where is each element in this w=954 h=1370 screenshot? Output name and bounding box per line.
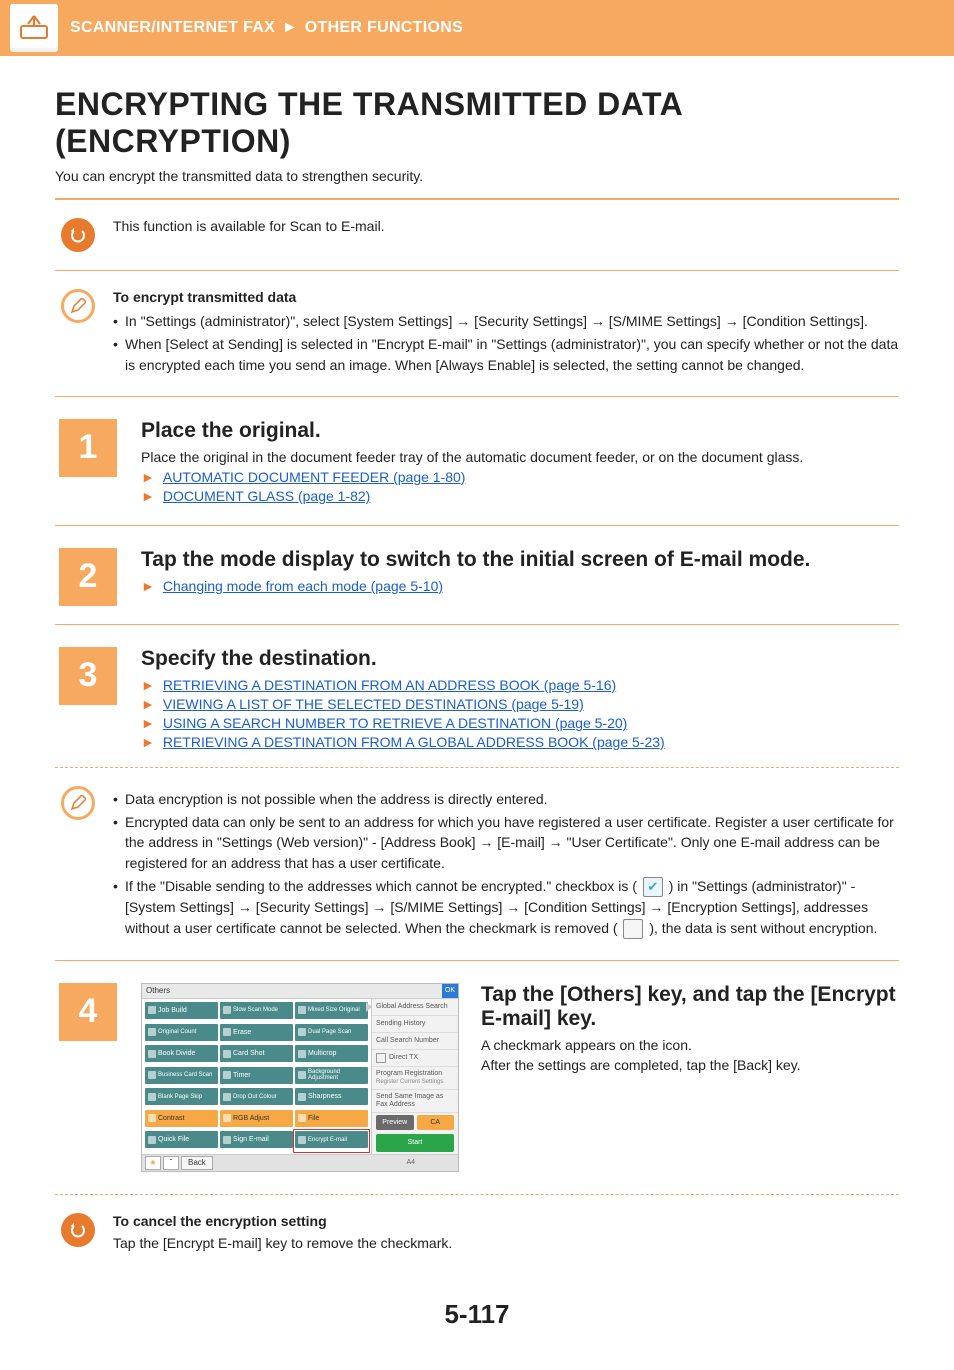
link-dest-searchnum[interactable]: USING A SEARCH NUMBER TO RETRIEVE A DEST… bbox=[163, 715, 627, 731]
link-dest-global[interactable]: RETRIEVING A DESTINATION FROM A GLOBAL A… bbox=[163, 734, 665, 750]
ui-preview-button[interactable]: Preview bbox=[376, 1115, 414, 1130]
ui-btn-card-shot[interactable]: Card Shot bbox=[220, 1045, 293, 1062]
ui-btn-business-card-scan[interactable]: Business Card Scan bbox=[145, 1067, 218, 1084]
s3-note-b3c: ), the data is sent without encryption. bbox=[649, 920, 877, 936]
ui-btn-quick-file[interactable]: Quick File bbox=[145, 1131, 218, 1148]
chevron-right-icon: ► bbox=[141, 696, 155, 712]
link-dest-addrbook[interactable]: RETRIEVING A DESTINATION FROM AN ADDRESS… bbox=[163, 677, 616, 693]
side-send-same[interactable]: Send Same Image as Fax Address bbox=[372, 1090, 458, 1113]
pencil-icon bbox=[61, 786, 95, 820]
availability-note: This function is available for Scan to E… bbox=[113, 218, 899, 234]
s3-note-b3a: If the "Disable sending to the addresses… bbox=[125, 878, 637, 894]
step-1-number: 1 bbox=[59, 419, 117, 477]
step-4-p1: A checkmark appears on the icon. bbox=[481, 1037, 899, 1053]
ui-btn-book-divide[interactable]: Book Divide bbox=[145, 1045, 218, 1062]
side-program-reg[interactable]: Program RegistrationRegister Current Set… bbox=[372, 1067, 458, 1090]
page-title: ENCRYPTING THE TRANSMITTED DATA (ENCRYPT… bbox=[55, 86, 899, 160]
ui-btn-slow-scan-mode[interactable]: Slow Scan Mode bbox=[220, 1002, 293, 1019]
ui-btn-erase[interactable]: Erase bbox=[220, 1024, 293, 1041]
chevron-right-icon: ► bbox=[141, 488, 155, 504]
breadcrumb: SCANNER/INTERNET FAX ► OTHER FUNCTIONS bbox=[70, 19, 463, 37]
header-bar: SCANNER/INTERNET FAX ► OTHER FUNCTIONS bbox=[0, 0, 954, 56]
link-changing-mode[interactable]: Changing mode from each mode (page 5-10) bbox=[163, 578, 443, 594]
return-icon bbox=[61, 1213, 95, 1247]
ui-btn-original-count[interactable]: Original Count bbox=[145, 1024, 218, 1041]
ui-screenshot-panel: Others OK Job BuildSlow Scan ModeMixed S… bbox=[141, 983, 459, 1172]
step-2-number: 2 bbox=[59, 548, 117, 606]
ui-header: Others OK bbox=[142, 984, 458, 999]
step-4-p2: After the settings are completed, tap th… bbox=[481, 1057, 899, 1073]
ui-btn-sharpness[interactable]: Sharpness bbox=[295, 1088, 368, 1105]
ui-paper-size: A4 bbox=[406, 1159, 455, 1166]
ui-ca-button[interactable]: CA bbox=[417, 1115, 455, 1130]
app-icon bbox=[10, 4, 58, 52]
ui-btn-rgb-adjust[interactable]: RGB Adjust bbox=[220, 1110, 293, 1127]
step-1-text: Place the original in the document feede… bbox=[141, 449, 899, 465]
step-4-title: Tap the [Others] key, and tap the [Encry… bbox=[481, 983, 899, 1031]
ui-btn-encrypt-e-mail[interactable]: Encrypt E-mail bbox=[295, 1131, 368, 1148]
cancel-text: Tap the [Encrypt E-mail] key to remove t… bbox=[113, 1235, 899, 1251]
ui-header-title: Others bbox=[146, 986, 454, 995]
breadcrumb-section[interactable]: SCANNER/INTERNET FAX bbox=[70, 19, 275, 36]
step-4-number: 4 bbox=[59, 983, 117, 1041]
ui-btn-background-adjustment[interactable]: Background Adjustment bbox=[295, 1067, 368, 1084]
ui-btn-contrast[interactable]: Contrast bbox=[145, 1110, 218, 1127]
ui-btn-mixed-size-original[interactable]: Mixed Size Original bbox=[295, 1002, 368, 1019]
encrypt-note-heading: To encrypt transmitted data bbox=[113, 289, 899, 305]
cancel-heading: To cancel the encryption setting bbox=[113, 1213, 899, 1229]
ui-btn-multicrop[interactable]: Multicrop bbox=[295, 1045, 368, 1062]
checkbox-checked-icon bbox=[643, 877, 663, 897]
ui-btn-blank-page-skip[interactable]: Blank Page Skip bbox=[145, 1088, 218, 1105]
breadcrumb-sep: ► bbox=[282, 19, 298, 36]
chevron-right-icon: ► bbox=[141, 715, 155, 731]
ui-btn-job-build[interactable]: Job Build bbox=[145, 1002, 218, 1019]
s3-note-b3: If the "Disable sending to the addresses… bbox=[113, 876, 899, 939]
ui-btn-timer[interactable]: Timer bbox=[220, 1067, 293, 1084]
ui-footer: ★ ˇ Back A4 bbox=[142, 1154, 458, 1171]
ui-start-button[interactable]: Start bbox=[376, 1134, 454, 1152]
link-dest-list[interactable]: VIEWING A LIST OF THE SELECTED DESTINATI… bbox=[163, 696, 584, 712]
chevron-right-icon: ► bbox=[141, 578, 155, 594]
step-3-title: Specify the destination. bbox=[141, 647, 899, 671]
s3-note-b2: Encrypted data can only be sent to an ad… bbox=[113, 812, 899, 873]
step-1-title: Place the original. bbox=[141, 419, 899, 443]
ui-back-button[interactable]: Back bbox=[181, 1156, 213, 1170]
encrypt-note-b1: In "Settings (administrator)", select [S… bbox=[113, 311, 899, 331]
encrypt-note-b2: When [Select at Sending] is selected in … bbox=[113, 334, 899, 375]
scanner-icon bbox=[18, 12, 50, 44]
step-3-number: 3 bbox=[59, 647, 117, 705]
ui-btn-file[interactable]: File bbox=[295, 1110, 368, 1127]
breadcrumb-page[interactable]: OTHER FUNCTIONS bbox=[305, 19, 463, 36]
link-adf[interactable]: AUTOMATIC DOCUMENT FEEDER (page 1-80) bbox=[163, 469, 466, 485]
chevron-right-icon: ► bbox=[141, 677, 155, 693]
side-global-search[interactable]: Global Address Search bbox=[372, 999, 458, 1016]
side-history[interactable]: Sending History bbox=[372, 1016, 458, 1033]
s3-note-b1: Data encryption is not possible when the… bbox=[113, 789, 899, 809]
ui-favorite-button[interactable]: ★ bbox=[145, 1156, 161, 1170]
ui-btn-sign-e-mail[interactable]: Sign E-mail bbox=[220, 1131, 293, 1148]
chevron-right-icon: ► bbox=[141, 734, 155, 750]
ui-ok-button[interactable]: OK bbox=[442, 984, 458, 998]
side-call-number[interactable]: Call Search Number bbox=[372, 1033, 458, 1050]
ui-btn-dual-page-scan[interactable]: Dual Page Scan bbox=[295, 1024, 368, 1041]
intro-text: You can encrypt the transmitted data to … bbox=[55, 168, 899, 184]
link-document-glass[interactable]: DOCUMENT GLASS (page 1-82) bbox=[163, 488, 370, 504]
checkbox-unchecked-icon bbox=[623, 919, 643, 939]
return-icon bbox=[61, 218, 95, 252]
step-2-title: Tap the mode display to switch to the in… bbox=[141, 548, 899, 572]
ui-btn-drop-out-colour[interactable]: Drop Out Colour bbox=[220, 1088, 293, 1105]
pencil-icon bbox=[61, 289, 95, 323]
page-number: 5-117 bbox=[55, 1299, 899, 1330]
chevron-right-icon: ► bbox=[141, 469, 155, 485]
ui-down-button[interactable]: ˇ bbox=[163, 1156, 179, 1170]
side-direct-tx[interactable]: Direct TX bbox=[372, 1050, 458, 1067]
